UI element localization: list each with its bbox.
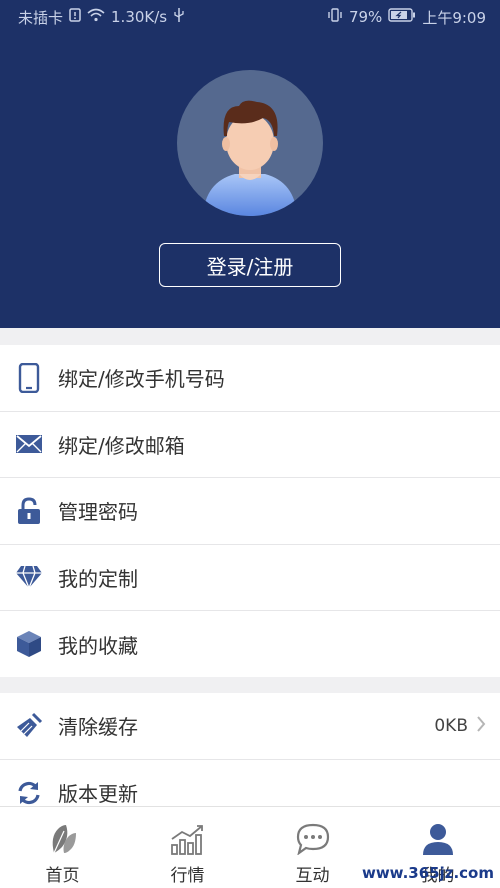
usb-icon xyxy=(173,7,185,27)
avatar-illustration xyxy=(203,100,297,216)
menu-item-manage-password[interactable]: 管理密码 xyxy=(0,478,500,545)
menu-item-label: 清除缓存 xyxy=(58,715,138,740)
leaf-icon xyxy=(45,821,81,857)
cube-icon xyxy=(14,629,44,659)
menu-item-my-favorites[interactable]: 我的收藏 xyxy=(0,611,500,678)
menu-item-label: 绑定/修改手机号码 xyxy=(58,367,225,392)
cache-size-value: 0KB xyxy=(434,715,468,736)
refresh-icon xyxy=(14,778,44,808)
wifi-icon xyxy=(87,8,105,26)
account-menu: 绑定/修改手机号码 绑定/修改邮箱 管理密码 我的定制 我的收藏 xyxy=(0,345,500,677)
network-speed: 1.30K/s xyxy=(111,8,168,26)
status-bar: 未插卡 1.30K/s 79% 上午9:09 xyxy=(0,0,500,34)
broom-icon xyxy=(14,711,44,741)
menu-item-my-customization[interactable]: 我的定制 xyxy=(0,545,500,611)
app-menu: 清除缓存 0KB 版本更新 xyxy=(0,693,500,806)
profile-header: 未插卡 1.30K/s 79% 上午9:09 登录/注册 xyxy=(0,0,500,328)
chart-icon xyxy=(170,821,206,857)
login-register-button[interactable]: 登录/注册 xyxy=(159,243,341,287)
no-sim-icon xyxy=(69,8,81,26)
clock: 上午9:09 xyxy=(422,8,486,27)
menu-item-label: 绑定/修改邮箱 xyxy=(58,433,185,458)
tab-home[interactable]: 首页 xyxy=(0,807,125,888)
battery-percent: 79% xyxy=(348,8,383,26)
tab-market[interactable]: 行情 xyxy=(125,807,250,888)
watermark: www.365jz.com xyxy=(361,864,494,882)
menu-item-label: 我的定制 xyxy=(58,566,138,591)
phone-icon xyxy=(14,362,44,393)
tab-label: 互动 xyxy=(295,866,330,886)
tab-interaction[interactable]: 互动 xyxy=(250,807,375,888)
user-icon xyxy=(420,821,456,857)
avatar[interactable] xyxy=(177,70,323,216)
diamond-icon xyxy=(14,562,44,592)
tab-label: 首页 xyxy=(45,866,80,886)
menu-item-clear-cache[interactable]: 清除缓存 0KB xyxy=(0,693,500,760)
menu-item-label: 我的收藏 xyxy=(58,633,138,658)
carrier-text: 未插卡 xyxy=(18,8,64,27)
battery-icon xyxy=(388,8,416,26)
profile-page: 未插卡 1.30K/s 79% 上午9:09 登录/注册 绑定/修改手机号码 绑… xyxy=(0,0,500,888)
chat-icon xyxy=(295,821,331,857)
tab-label: 行情 xyxy=(170,866,205,886)
menu-item-bind-email[interactable]: 绑定/修改邮箱 xyxy=(0,412,500,478)
lock-icon xyxy=(14,496,44,526)
vibrate-icon xyxy=(327,7,343,27)
menu-item-bind-phone[interactable]: 绑定/修改手机号码 xyxy=(0,345,500,412)
chevron-right-icon xyxy=(476,714,486,738)
menu-item-label: 管理密码 xyxy=(58,500,138,525)
mail-icon xyxy=(14,429,44,459)
menu-item-label: 版本更新 xyxy=(58,782,138,807)
